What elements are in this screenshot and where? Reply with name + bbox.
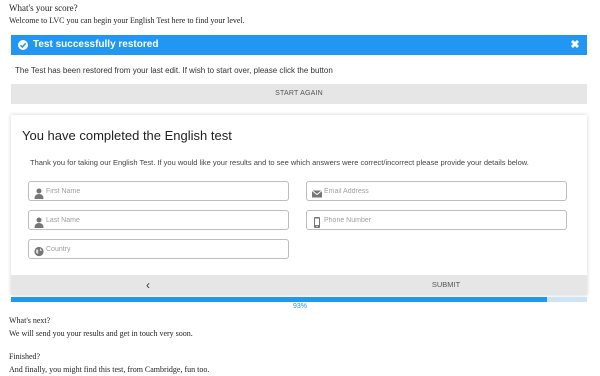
email-field[interactable] bbox=[306, 181, 567, 201]
user-icon bbox=[34, 215, 44, 228]
email-input[interactable] bbox=[324, 184, 559, 198]
country-field[interactable] bbox=[28, 239, 289, 259]
restore-message: The Test has been restored from your las… bbox=[15, 66, 333, 75]
whats-next-heading: What's next? bbox=[9, 316, 51, 325]
close-icon[interactable]: ✖ bbox=[569, 38, 581, 52]
intro-question: What's your score? bbox=[9, 3, 78, 13]
user-icon bbox=[34, 186, 44, 199]
previous-button[interactable]: ‹ bbox=[141, 277, 155, 293]
progress-label: 93% bbox=[292, 303, 307, 310]
form-navigation: ‹ SUBMIT bbox=[11, 275, 587, 295]
phone-input[interactable] bbox=[324, 213, 559, 227]
card-description: Thank you for taking our English Test. I… bbox=[30, 158, 529, 167]
whats-next-text: We will send you your results and get in… bbox=[9, 329, 193, 338]
start-again-button[interactable]: START AGAIN bbox=[11, 84, 587, 104]
alert-title: Test successfully restored bbox=[33, 39, 159, 50]
check-circle-icon bbox=[18, 40, 28, 50]
progress-bar bbox=[11, 297, 587, 302]
restore-alert: Test successfully restored ✖ bbox=[11, 35, 587, 55]
progress-fill bbox=[11, 297, 547, 302]
last-name-input[interactable] bbox=[46, 213, 281, 227]
intro-text: Welcome to LVC you can begin your Englis… bbox=[9, 16, 245, 25]
completion-card: You have completed the English test Than… bbox=[11, 115, 587, 295]
submit-button[interactable]: SUBMIT bbox=[421, 277, 471, 293]
envelope-icon bbox=[311, 186, 323, 198]
first-name-field[interactable] bbox=[28, 181, 289, 201]
country-input[interactable] bbox=[46, 242, 281, 256]
finished-text: And finally, you might find this test, f… bbox=[9, 365, 210, 374]
mobile-phone-icon bbox=[312, 215, 322, 228]
finished-heading: Finished? bbox=[9, 352, 41, 361]
phone-field[interactable] bbox=[306, 210, 567, 230]
card-title: You have completed the English test bbox=[22, 128, 232, 143]
globe-icon bbox=[34, 244, 44, 257]
last-name-field[interactable] bbox=[28, 210, 289, 230]
first-name-input[interactable] bbox=[46, 184, 281, 198]
